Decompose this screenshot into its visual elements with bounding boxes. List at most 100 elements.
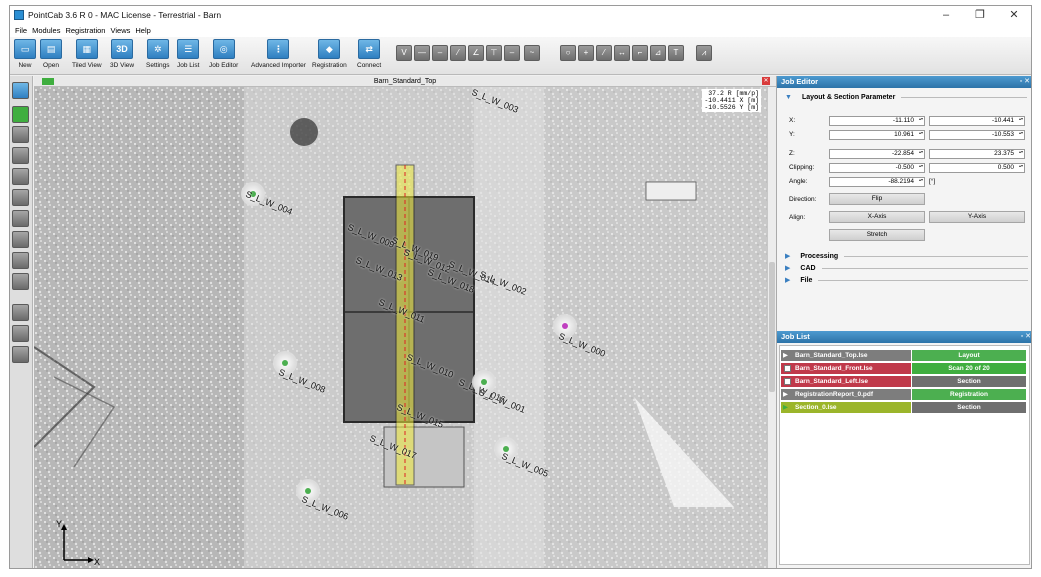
job-row[interactable]: RegistrationReport_0.pdf Registration ▶ [781,389,1026,400]
select-pointer-icon[interactable] [12,82,29,99]
text-tool-icon[interactable]: T [668,45,684,61]
window-controls: – ❐ ✕ [929,6,1031,24]
job-list-button[interactable]: ☰ Job List [177,39,199,69]
job-row[interactable]: Section_0.lse Section ▶ [781,402,1026,413]
view-scrollbar[interactable] [767,87,776,568]
advanced-importer-button[interactable]: ⋮ Advanced Importer [251,39,306,69]
angle-unit: [°] [929,178,936,185]
filter-icon[interactable] [12,273,29,290]
vector-tool-icon[interactable]: V [396,45,412,61]
file-section-header[interactable]: ▶ File [777,272,1031,284]
maximize-button[interactable]: ❐ [963,6,997,24]
rotate-icon[interactable] [12,252,29,269]
new-button[interactable]: ▭ New [14,39,36,69]
line-tool-icon[interactable]: — [414,45,430,61]
layout-section-header[interactable]: ▼ Layout & Section Parameter [777,88,1031,101]
job-status: Scan 20 of 20 [912,363,1026,374]
job-editor-button[interactable]: ◎ Job Editor [209,39,238,69]
point-cloud-canvas [34,87,767,568]
menu-registration[interactable]: Registration [65,26,105,35]
layers-icon[interactable] [12,126,29,143]
ruler-icon[interactable] [12,210,29,227]
angle-input[interactable]: -88.2194 [829,177,925,187]
job-editor-icon: ◎ [212,39,235,59]
clip-min-input[interactable]: -0.500 [829,163,925,173]
job-row[interactable]: Barn_Standard_Front.lse Scan 20 of 20 [781,363,1026,374]
play-icon[interactable]: ▶ [783,390,788,398]
job-editor-header: Job Editor ▫ ✕ [777,76,1031,88]
point-cloud-view[interactable]: S_L_W_003 S_L_W_004 S_L_W_009 S_L_W_019 … [34,87,767,568]
3d-view-button[interactable]: 3D 3D View [110,39,134,69]
play-icon[interactable]: ▶ [783,351,788,359]
close-button[interactable]: ✕ [997,6,1031,24]
menu-help[interactable]: Help [135,26,150,35]
grid-toggle-icon[interactable] [12,106,29,123]
slope-tool-icon[interactable]: ⁄ [596,45,612,61]
stretch-button[interactable]: Stretch [829,229,925,241]
section-tool-icon[interactable]: ⩘ [696,45,712,61]
connect-button[interactable]: ⇄ Connect [357,39,381,69]
curve-tool-icon[interactable]: ~ [524,45,540,61]
camera-icon[interactable] [12,325,29,342]
scrollbar-thumb[interactable] [769,262,775,392]
collapsed-sections: ▶ Processing ▶ CAD ▶ File [777,248,1031,284]
right-panel: Job Editor ▫ ✕ ▼ Layout & Section Parame… [776,76,1031,568]
open-button[interactable]: ▤ Open [40,39,62,69]
panel-controls-icon[interactable]: ▫ ✕ [1021,331,1031,343]
processing-section-header[interactable]: ▶ Processing [777,248,1031,260]
diagonal-tool-icon[interactable]: ⁄ [450,45,466,61]
menu-file[interactable]: File [15,26,27,35]
minimize-button[interactable]: – [929,6,963,24]
cross-tool-icon[interactable]: + [578,45,594,61]
y-max-input[interactable]: -10.553 [929,130,1025,140]
measure-tool-icon[interactable]: ↔ [614,45,630,61]
align-row: Align: X-Axis Y-Axis [777,211,1031,225]
registration-button[interactable]: ◆ Registration [312,39,347,69]
vertical-tool-icon[interactable]: ⊤ [486,45,502,61]
z-max-input[interactable]: 23.375 [929,149,1025,159]
view-tab-header[interactable]: Barn_Standard_Top ✕ [34,76,776,87]
view-icon[interactable] [12,147,29,164]
menu-bar: File Modules Registration Views Help [10,24,1031,37]
x-min-input[interactable]: -11.110 [829,116,925,126]
z-min-input[interactable]: -22.854 [829,149,925,159]
sphere-icon[interactable] [12,189,29,206]
job-checkbox[interactable] [784,378,791,385]
target-icon[interactable] [12,304,29,321]
clip-max-input[interactable]: 0.500 [929,163,1025,173]
job-row[interactable]: Barn_Standard_Top.lse Layout ▶ [781,350,1026,361]
angle-tool-icon[interactable]: ⊿ [650,45,666,61]
polyline-tool-icon[interactable]: ∠ [468,45,484,61]
y-min-input[interactable]: 10.961 [829,130,925,140]
stairs-tool-icon[interactable]: ⌐ [632,45,648,61]
dash-tool-icon[interactable]: – [504,45,520,61]
menu-modules[interactable]: Modules [32,26,60,35]
job-name: RegistrationReport_0.pdf [781,389,911,400]
cad-section-header[interactable]: ▶ CAD [777,260,1031,272]
x-max-input[interactable]: -10.441 [929,116,1025,126]
job-checkbox[interactable] [784,365,791,372]
job-name: Barn_Standard_Front.lse [781,363,911,374]
circle-tool-icon[interactable]: ○ [560,45,576,61]
settings-button[interactable]: ✲ Settings [146,39,170,69]
job-row[interactable]: Barn_Standard_Left.lse Section [781,376,1026,387]
export-icon[interactable] [12,346,29,363]
window-title: PointCab 3.6 R 0 - MAC License - Terrest… [28,10,222,20]
tab-status-icon [42,78,54,85]
hline-tool-icon[interactable]: – [432,45,448,61]
tiled-view-button[interactable]: ▦ Tiled View [72,39,102,69]
tiled-view-icon: ▦ [75,39,98,59]
menu-views[interactable]: Views [110,26,130,35]
pan-icon[interactable] [12,168,29,185]
panel-controls-icon[interactable]: ▫ ✕ [1020,76,1030,88]
tab-close-icon[interactable]: ✕ [762,77,770,85]
y-axis-button[interactable]: Y-Axis [929,211,1025,223]
job-status: Registration [912,389,1026,400]
play-icon[interactable]: ▶ [783,403,788,411]
x-range-row: X: -11.110 -10.441 [777,116,1031,127]
collapse-arrow-icon: ▶ [785,277,791,284]
flip-button[interactable]: Flip [829,193,925,205]
section-icon[interactable] [12,231,29,248]
x-axis-button[interactable]: X-Axis [829,211,925,223]
job-name: Section_0.lse [781,402,911,413]
